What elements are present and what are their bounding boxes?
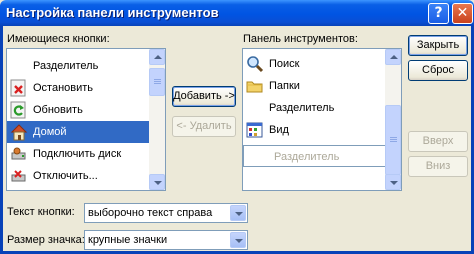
- chevron-down-icon: [235, 239, 243, 243]
- title-bar: Настройка панели инструментов ? ✕: [0, 0, 474, 26]
- move-down-button[interactable]: Вниз: [408, 156, 468, 177]
- list-item[interactable]: Разделитель: [7, 55, 150, 77]
- dropdown-button[interactable]: [230, 232, 246, 248]
- toolbar-buttons-label: Панель инструментов:: [243, 33, 358, 45]
- list-item[interactable]: Поиск: [243, 53, 386, 75]
- disconnect-icon: [11, 170, 26, 182]
- available-buttons-label: Имеющиеся кнопки:: [7, 33, 110, 45]
- icon-size-select[interactable]: крупные значки: [84, 230, 248, 250]
- home-icon: [10, 124, 28, 141]
- remove-button[interactable]: <- Удалить: [172, 116, 236, 137]
- toolbar-list-scrollbar[interactable]: [385, 49, 401, 190]
- stop-icon: [10, 79, 26, 97]
- scroll-down-button[interactable]: [149, 174, 165, 190]
- available-buttons-list[interactable]: Разделитель Остановить Обновить Домой По…: [6, 48, 166, 191]
- chevron-up-icon: [390, 55, 398, 59]
- close-icon: ✕: [456, 5, 469, 21]
- dropdown-button[interactable]: [230, 205, 246, 221]
- scroll-up-button[interactable]: [149, 49, 165, 65]
- list-item[interactable]: Отключить...: [7, 165, 150, 190]
- add-button[interactable]: Добавить ->: [172, 86, 236, 107]
- button-text-value: выборочно текст справа: [88, 207, 213, 219]
- help-button[interactable]: ?: [428, 3, 449, 24]
- list-item[interactable]: Остановить: [7, 77, 150, 99]
- scroll-thumb[interactable]: [149, 68, 165, 96]
- chevron-down-icon: [154, 181, 162, 185]
- scroll-down-button[interactable]: [385, 174, 401, 190]
- scroll-thumb[interactable]: [385, 105, 401, 175]
- icon-size-label: Размер значка:: [7, 234, 85, 246]
- move-up-button[interactable]: Вверх: [408, 131, 468, 152]
- help-icon: ?: [434, 5, 443, 21]
- close-dialog-button[interactable]: Закрыть: [408, 35, 468, 56]
- list-item[interactable]: Разделитель: [243, 97, 386, 119]
- reset-button[interactable]: Сброс: [408, 60, 468, 81]
- list-item[interactable]: Вид: [243, 119, 386, 141]
- list-item-placeholder[interactable]: Разделитель: [243, 145, 386, 167]
- icon-size-value: крупные значки: [88, 234, 168, 246]
- search-icon: [247, 56, 264, 73]
- list-item[interactable]: Подключить диск: [7, 143, 150, 165]
- list-item[interactable]: Папки: [243, 75, 386, 97]
- toolbar-buttons-list[interactable]: Поиск Папки Разделитель Вид Разделитель: [242, 48, 402, 191]
- scroll-up-button[interactable]: [385, 49, 401, 65]
- chevron-down-icon: [390, 181, 398, 185]
- chevron-down-icon: [235, 212, 243, 216]
- list-item-selected[interactable]: Домой: [7, 121, 150, 143]
- refresh-icon: [10, 101, 26, 119]
- close-window-button[interactable]: ✕: [452, 3, 473, 24]
- list-item[interactable]: Обновить: [7, 99, 150, 121]
- folders-icon: [246, 81, 263, 93]
- map-drive-icon: [11, 147, 26, 160]
- button-text-select[interactable]: выборочно текст справа: [84, 203, 248, 223]
- views-icon: [246, 122, 263, 138]
- available-list-scrollbar[interactable]: [149, 49, 165, 190]
- window-title: Настройка панели инструментов: [6, 5, 219, 20]
- chevron-up-icon: [154, 55, 162, 59]
- button-text-label: Текст кнопки:: [7, 206, 75, 218]
